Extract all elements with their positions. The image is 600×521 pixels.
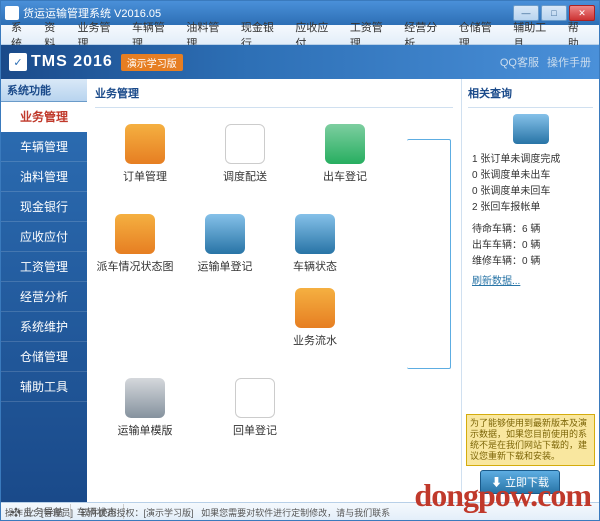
manual-link[interactable]: 操作手册 [547, 54, 591, 70]
update-notice: 为了能够使用到最新版本及演示数据，如果您目前使用的系统不是在我们网站下载的，建议… [466, 414, 595, 466]
refresh-link[interactable]: 刷新数据... [468, 272, 593, 287]
sidebar-item-2[interactable]: 油料管理 [1, 162, 87, 192]
order-mgmt-icon[interactable]: 订单管理 [115, 124, 175, 184]
banner: ✓ TMS 2016 演示学习版 QQ客服 操作手册 [1, 45, 599, 79]
edition-badge: 演示学习版 [121, 54, 183, 71]
sidebar-item-7[interactable]: 系统维护 [1, 312, 87, 342]
sidebar-item-9[interactable]: 辅助工具 [1, 372, 87, 402]
status-warning: 如果您需要对软件进行定制修改，请与我们联系 [201, 508, 390, 518]
transport-template-icon-glyph [125, 378, 165, 418]
dispatch-icon[interactable]: 调度配送 [215, 124, 275, 184]
query-header: 相关查询 [468, 83, 593, 108]
app-window: 货运运输管理系统 V2016.05 — □ ✕ 系统资料业务管理车辆管理油料管理… [0, 0, 600, 521]
vehicle-status-icon-glyph [295, 214, 335, 254]
receipt-reg-icon[interactable]: 回单登记 [225, 378, 285, 438]
sidebar-item-5[interactable]: 工资管理 [1, 252, 87, 282]
query-panel: 相关查询 1 张订单未调度完成0 张调度单未出车0 张调度单未回车2 张回车报帐… [461, 79, 599, 502]
stat-row: 维修车辆：0 辆 [468, 254, 593, 270]
workflow-area: 业务管理 订单管理调度配送出车登记 派车情况状态图运输单登记车辆状态业务流水 运… [87, 79, 461, 502]
sidebar-item-6[interactable]: 经营分析 [1, 282, 87, 312]
sidebar-item-3[interactable]: 现金银行 [1, 192, 87, 222]
departure-reg-icon[interactable]: 出车登记 [315, 124, 375, 184]
transport-reg-icon[interactable]: 运输单登记 [195, 214, 255, 348]
sidebar: 系统功能 业务管理车辆管理油料管理现金银行应收应付工资管理经营分析系统维护仓储管… [1, 79, 87, 502]
query-row[interactable]: 0 张调度单未回车 [468, 184, 593, 200]
receipt-reg-icon-glyph [235, 378, 275, 418]
dispatch-status-chart-icon[interactable]: 派车情况状态图 [105, 214, 165, 348]
transport-reg-icon-glyph [205, 214, 245, 254]
calendar-search-icon [513, 114, 549, 144]
transport-template-icon[interactable]: 运输单模版 [115, 378, 175, 438]
stat-row: 待命车辆：6 辆 [468, 222, 593, 238]
vehicle-status-icon[interactable]: 车辆状态 [285, 214, 345, 274]
sidebar-item-8[interactable]: 仓储管理 [1, 342, 87, 372]
biz-flow-icon[interactable]: 业务流水 [285, 288, 345, 348]
menubar: 系统资料业务管理车辆管理油料管理现金银行应收应付工资管理经营分析仓储管理辅助工具… [1, 25, 599, 45]
logo-icon: ✓ [9, 53, 27, 71]
main-header: 业务管理 [95, 83, 453, 108]
departure-reg-icon-glyph [325, 124, 365, 164]
app-logo: TMS 2016 [31, 53, 113, 71]
sidebar-item-1[interactable]: 车辆管理 [1, 132, 87, 162]
biz-flow-icon-glyph [295, 288, 335, 328]
body: 系统功能 业务管理车辆管理油料管理现金银行应收应付工资管理经营分析系统维护仓储管… [1, 79, 599, 502]
stat-row: 出车车辆：0 辆 [468, 238, 593, 254]
order-mgmt-icon-glyph [125, 124, 165, 164]
sidebar-item-4[interactable]: 应收应付 [1, 222, 87, 252]
qq-support-link[interactable]: QQ客服 [500, 54, 539, 70]
sidebar-header: 系统功能 [1, 79, 87, 102]
dispatch-status-chart-icon-glyph [115, 214, 155, 254]
sidebar-item-0[interactable]: 业务管理 [1, 102, 87, 132]
query-row[interactable]: 1 张订单未调度完成 [468, 152, 593, 168]
status-info: 操作员：[管理员] 软件使用授权：[演示学习版] 如果您需要对软件进行定制修改，… [5, 506, 390, 519]
dispatch-icon-glyph [225, 124, 265, 164]
flow-connector [407, 139, 451, 369]
download-button[interactable]: ⬇ 立即下载 [480, 470, 560, 494]
query-row[interactable]: 0 张调度单未出车 [468, 168, 593, 184]
query-row[interactable]: 2 张回车报帐单 [468, 200, 593, 216]
main-panel: 业务管理 订单管理调度配送出车登记 派车情况状态图运输单登记车辆状态业务流水 运… [87, 79, 599, 502]
